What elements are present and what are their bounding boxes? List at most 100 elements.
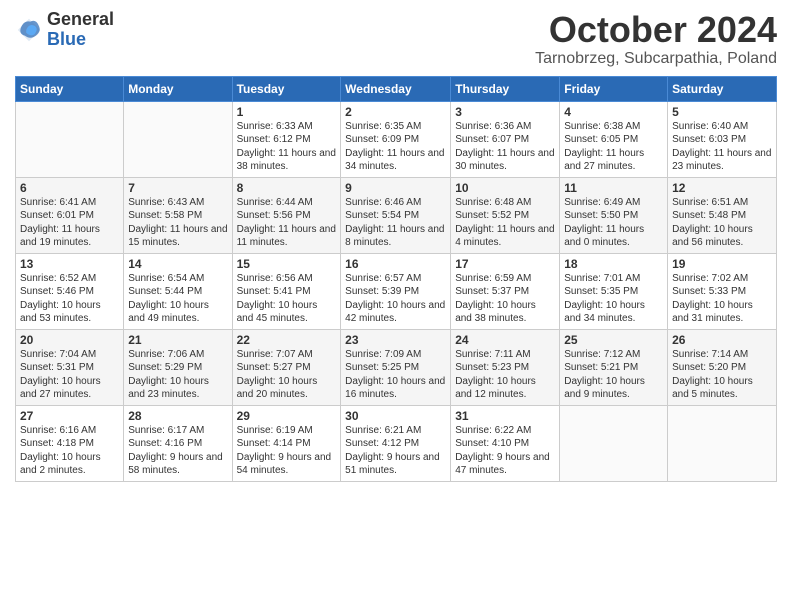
page-header: General Blue October 2024 Tarnobrzeg, Su… (15, 10, 777, 68)
calendar-cell: 3Sunrise: 6:36 AMSunset: 6:07 PMDaylight… (451, 101, 560, 177)
calendar-cell: 14Sunrise: 6:54 AMSunset: 5:44 PMDayligh… (124, 253, 232, 329)
calendar-table: SundayMondayTuesdayWednesdayThursdayFrid… (15, 76, 777, 482)
day-info: Sunrise: 6:48 AMSunset: 5:52 PMDaylight:… (455, 196, 555, 250)
calendar-cell: 29Sunrise: 6:19 AMSunset: 4:14 PMDayligh… (232, 405, 341, 481)
calendar-cell: 16Sunrise: 6:57 AMSunset: 5:39 PMDayligh… (341, 253, 451, 329)
day-number: 6 (20, 181, 119, 195)
day-number: 16 (345, 257, 446, 271)
calendar-cell: 31Sunrise: 6:22 AMSunset: 4:10 PMDayligh… (451, 405, 560, 481)
day-number: 8 (237, 181, 337, 195)
weekday-header: Saturday (668, 76, 777, 101)
day-info: Sunrise: 7:11 AMSunset: 5:23 PMDaylight:… (455, 348, 555, 402)
calendar-cell: 6Sunrise: 6:41 AMSunset: 6:01 PMDaylight… (16, 177, 124, 253)
weekday-header: Monday (124, 76, 232, 101)
day-number: 9 (345, 181, 446, 195)
calendar-week-row: 6Sunrise: 6:41 AMSunset: 6:01 PMDaylight… (16, 177, 777, 253)
calendar-cell: 2Sunrise: 6:35 AMSunset: 6:09 PMDaylight… (341, 101, 451, 177)
day-number: 15 (237, 257, 337, 271)
day-info: Sunrise: 6:52 AMSunset: 5:46 PMDaylight:… (20, 272, 119, 326)
day-info: Sunrise: 6:21 AMSunset: 4:12 PMDaylight:… (345, 424, 446, 478)
month-title: October 2024 (535, 10, 777, 50)
calendar-cell (668, 405, 777, 481)
day-number: 4 (564, 105, 663, 119)
day-number: 12 (672, 181, 772, 195)
day-number: 14 (128, 257, 227, 271)
day-number: 1 (237, 105, 337, 119)
location: Tarnobrzeg, Subcarpathia, Poland (535, 50, 777, 68)
day-number: 27 (20, 409, 119, 423)
calendar-week-row: 27Sunrise: 6:16 AMSunset: 4:18 PMDayligh… (16, 405, 777, 481)
day-number: 23 (345, 333, 446, 347)
day-info: Sunrise: 6:41 AMSunset: 6:01 PMDaylight:… (20, 196, 119, 250)
weekday-header: Friday (560, 76, 668, 101)
day-number: 21 (128, 333, 227, 347)
day-info: Sunrise: 6:40 AMSunset: 6:03 PMDaylight:… (672, 120, 772, 174)
day-number: 25 (564, 333, 663, 347)
calendar-cell (124, 101, 232, 177)
calendar-header-row: SundayMondayTuesdayWednesdayThursdayFrid… (16, 76, 777, 101)
day-number: 28 (128, 409, 227, 423)
calendar-cell: 25Sunrise: 7:12 AMSunset: 5:21 PMDayligh… (560, 329, 668, 405)
day-info: Sunrise: 6:16 AMSunset: 4:18 PMDaylight:… (20, 424, 119, 478)
day-info: Sunrise: 6:38 AMSunset: 6:05 PMDaylight:… (564, 120, 663, 174)
calendar-cell: 17Sunrise: 6:59 AMSunset: 5:37 PMDayligh… (451, 253, 560, 329)
day-info: Sunrise: 7:07 AMSunset: 5:27 PMDaylight:… (237, 348, 337, 402)
calendar-cell: 8Sunrise: 6:44 AMSunset: 5:56 PMDaylight… (232, 177, 341, 253)
day-info: Sunrise: 6:57 AMSunset: 5:39 PMDaylight:… (345, 272, 446, 326)
calendar-cell: 19Sunrise: 7:02 AMSunset: 5:33 PMDayligh… (668, 253, 777, 329)
weekday-header: Tuesday (232, 76, 341, 101)
day-info: Sunrise: 6:51 AMSunset: 5:48 PMDaylight:… (672, 196, 772, 250)
day-info: Sunrise: 6:35 AMSunset: 6:09 PMDaylight:… (345, 120, 446, 174)
day-number: 10 (455, 181, 555, 195)
day-number: 19 (672, 257, 772, 271)
day-number: 18 (564, 257, 663, 271)
day-number: 24 (455, 333, 555, 347)
day-info: Sunrise: 7:04 AMSunset: 5:31 PMDaylight:… (20, 348, 119, 402)
day-info: Sunrise: 7:01 AMSunset: 5:35 PMDaylight:… (564, 272, 663, 326)
day-info: Sunrise: 6:19 AMSunset: 4:14 PMDaylight:… (237, 424, 337, 478)
calendar-cell: 11Sunrise: 6:49 AMSunset: 5:50 PMDayligh… (560, 177, 668, 253)
day-number: 7 (128, 181, 227, 195)
calendar-cell: 24Sunrise: 7:11 AMSunset: 5:23 PMDayligh… (451, 329, 560, 405)
day-number: 11 (564, 181, 663, 195)
day-number: 30 (345, 409, 446, 423)
calendar-cell: 1Sunrise: 6:33 AMSunset: 6:12 PMDaylight… (232, 101, 341, 177)
calendar-cell: 26Sunrise: 7:14 AMSunset: 5:20 PMDayligh… (668, 329, 777, 405)
day-info: Sunrise: 6:43 AMSunset: 5:58 PMDaylight:… (128, 196, 227, 250)
calendar-cell (560, 405, 668, 481)
day-number: 3 (455, 105, 555, 119)
logo-general: General (47, 10, 114, 30)
day-number: 13 (20, 257, 119, 271)
day-info: Sunrise: 6:22 AMSunset: 4:10 PMDaylight:… (455, 424, 555, 478)
day-info: Sunrise: 7:06 AMSunset: 5:29 PMDaylight:… (128, 348, 227, 402)
calendar-cell: 20Sunrise: 7:04 AMSunset: 5:31 PMDayligh… (16, 329, 124, 405)
calendar-week-row: 13Sunrise: 6:52 AMSunset: 5:46 PMDayligh… (16, 253, 777, 329)
calendar-cell: 4Sunrise: 6:38 AMSunset: 6:05 PMDaylight… (560, 101, 668, 177)
calendar-cell: 10Sunrise: 6:48 AMSunset: 5:52 PMDayligh… (451, 177, 560, 253)
day-number: 20 (20, 333, 119, 347)
day-number: 29 (237, 409, 337, 423)
logo-blue: Blue (47, 30, 114, 50)
day-info: Sunrise: 6:59 AMSunset: 5:37 PMDaylight:… (455, 272, 555, 326)
title-block: October 2024 Tarnobrzeg, Subcarpathia, P… (535, 10, 777, 68)
day-info: Sunrise: 6:33 AMSunset: 6:12 PMDaylight:… (237, 120, 337, 174)
calendar-cell: 7Sunrise: 6:43 AMSunset: 5:58 PMDaylight… (124, 177, 232, 253)
weekday-header: Sunday (16, 76, 124, 101)
day-info: Sunrise: 6:44 AMSunset: 5:56 PMDaylight:… (237, 196, 337, 250)
calendar-cell (16, 101, 124, 177)
day-info: Sunrise: 6:49 AMSunset: 5:50 PMDaylight:… (564, 196, 663, 250)
calendar-cell: 22Sunrise: 7:07 AMSunset: 5:27 PMDayligh… (232, 329, 341, 405)
day-number: 2 (345, 105, 446, 119)
day-info: Sunrise: 6:56 AMSunset: 5:41 PMDaylight:… (237, 272, 337, 326)
day-number: 5 (672, 105, 772, 119)
calendar-week-row: 1Sunrise: 6:33 AMSunset: 6:12 PMDaylight… (16, 101, 777, 177)
calendar-cell: 9Sunrise: 6:46 AMSunset: 5:54 PMDaylight… (341, 177, 451, 253)
weekday-header: Thursday (451, 76, 560, 101)
day-number: 17 (455, 257, 555, 271)
day-info: Sunrise: 7:14 AMSunset: 5:20 PMDaylight:… (672, 348, 772, 402)
calendar-cell: 5Sunrise: 6:40 AMSunset: 6:03 PMDaylight… (668, 101, 777, 177)
calendar-cell: 15Sunrise: 6:56 AMSunset: 5:41 PMDayligh… (232, 253, 341, 329)
day-info: Sunrise: 7:12 AMSunset: 5:21 PMDaylight:… (564, 348, 663, 402)
day-info: Sunrise: 7:09 AMSunset: 5:25 PMDaylight:… (345, 348, 446, 402)
calendar-cell: 23Sunrise: 7:09 AMSunset: 5:25 PMDayligh… (341, 329, 451, 405)
